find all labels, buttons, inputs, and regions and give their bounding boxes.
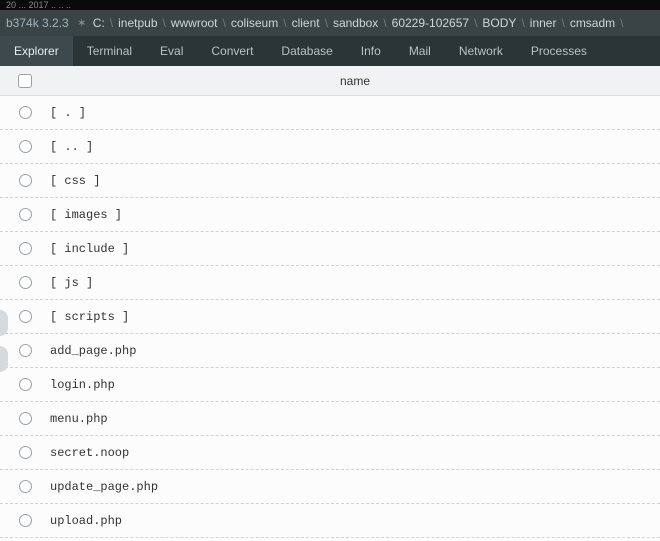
breadcrumb-segment[interactable]: 60229-102657 [392,16,469,30]
file-name[interactable]: [ include ] [50,242,129,256]
side-handle[interactable] [0,346,8,372]
row-select[interactable] [19,276,32,289]
row-select[interactable] [19,174,32,187]
breadcrumb-separator: \ [163,16,166,30]
tab-processes[interactable]: Processes [517,36,601,66]
breadcrumb-separator: \ [110,16,113,30]
column-header-name[interactable]: name [50,74,660,88]
table-row: secret.noop [0,436,660,470]
breadcrumb-separator: \ [283,16,286,30]
tab-explorer[interactable]: Explorer [0,36,73,66]
breadcrumb-root[interactable]: C: [93,16,105,30]
tab-info[interactable]: Info [347,36,395,66]
breadcrumb-segment[interactable]: inetpub [118,16,157,30]
table-row: [ images ] [0,198,660,232]
table-header: name [0,66,660,96]
row-select[interactable] [19,140,32,153]
file-name[interactable]: [ . ] [50,106,86,120]
breadcrumb-segment[interactable]: client [292,16,320,30]
breadcrumb-separator: \ [223,16,226,30]
file-name[interactable]: update_page.php [50,480,158,494]
table-row: add_page.php [0,334,660,368]
side-handle[interactable] [0,310,8,336]
breadcrumb-separator: \ [325,16,328,30]
tab-database[interactable]: Database [267,36,346,66]
file-name[interactable]: [ images ] [50,208,122,222]
file-name[interactable]: [ .. ] [50,140,93,154]
table-row: login.php [0,368,660,402]
table-row: [ scripts ] [0,300,660,334]
file-list: [ . ] [ .. ] [ css ] [ images ] [ include ] [… [0,96,660,538]
breadcrumb: b374k 3.2.3 ✶ C: \ inetpub \ wwwroot \ colise… [0,10,660,36]
breadcrumb-segment[interactable]: sandbox [333,16,378,30]
breadcrumb-separator: \ [620,16,623,30]
table-row: upload.php [0,504,660,538]
tab-convert[interactable]: Convert [197,36,267,66]
file-name[interactable]: [ css ] [50,174,100,188]
file-name[interactable]: [ scripts ] [50,310,129,324]
row-select[interactable] [19,344,32,357]
row-select[interactable] [19,106,32,119]
table-row: [ include ] [0,232,660,266]
tab-terminal[interactable]: Terminal [73,36,146,66]
bug-icon: ✶ [77,16,87,30]
select-all-checkbox[interactable] [18,74,32,88]
table-row: [ . ] [0,96,660,130]
breadcrumb-segment[interactable]: coliseum [231,16,278,30]
row-select[interactable] [19,480,32,493]
file-name[interactable]: [ js ] [50,276,93,290]
breadcrumb-segment[interactable]: wwwroot [171,16,218,30]
breadcrumb-separator: \ [521,16,524,30]
breadcrumb-separator: \ [474,16,477,30]
table-row: [ css ] [0,164,660,198]
tab-network[interactable]: Network [445,36,517,66]
breadcrumb-separator: \ [561,16,564,30]
table-row: [ .. ] [0,130,660,164]
tab-mail[interactable]: Mail [395,36,445,66]
breadcrumb-segment[interactable]: BODY [482,16,516,30]
row-select[interactable] [19,208,32,221]
file-name[interactable]: menu.php [50,412,108,426]
table-row: menu.php [0,402,660,436]
breadcrumb-segment[interactable]: cmsadm [570,16,615,30]
row-select[interactable] [19,310,32,323]
row-select[interactable] [19,446,32,459]
file-name[interactable]: login.php [50,378,115,392]
file-name[interactable]: secret.noop [50,446,129,460]
tab-eval[interactable]: Eval [146,36,197,66]
tabs-bar: ExplorerTerminalEvalConvertDatabaseInfoM… [0,36,660,66]
row-select[interactable] [19,378,32,391]
table-row: update_page.php [0,470,660,504]
row-select[interactable] [19,514,32,527]
app-version: b374k 3.2.3 [6,16,69,30]
row-select[interactable] [19,412,32,425]
table-row: [ js ] [0,266,660,300]
row-select[interactable] [19,242,32,255]
file-name[interactable]: add_page.php [50,344,136,358]
breadcrumb-separator: \ [383,16,386,30]
breadcrumb-segment[interactable]: inner [530,16,557,30]
top-fragment-bar: 20 ... 2017 .. .. .. [0,0,660,10]
file-name[interactable]: upload.php [50,514,122,528]
